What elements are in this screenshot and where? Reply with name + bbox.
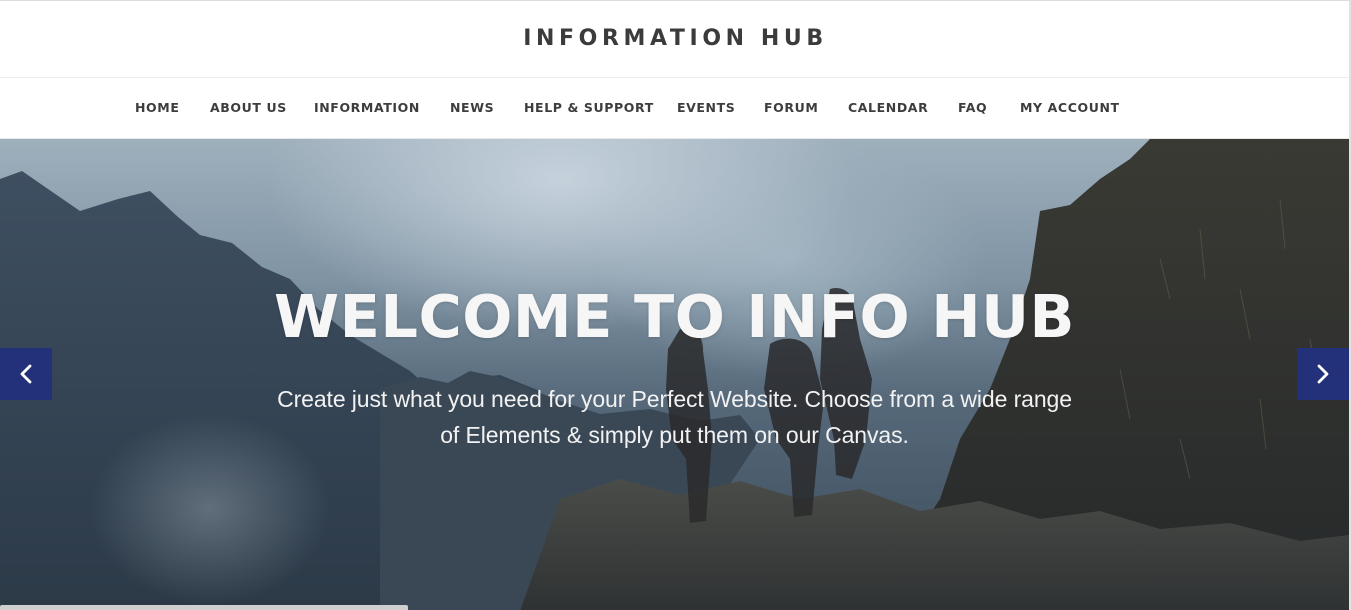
site-header: INFORMATION HUB	[0, 1, 1349, 78]
nav-item-news[interactable]: NEWS	[450, 101, 494, 115]
nav-item-events[interactable]: EVENTS	[677, 101, 735, 115]
slider-next-button[interactable]	[1297, 348, 1349, 400]
hero-background-image	[0, 139, 1349, 610]
nav-menu: HOME ABOUT US INFORMATION NEWS HELP & SU…	[0, 78, 1349, 138]
hero-description-line-1: Create just what you need for your Perfe…	[277, 386, 1072, 412]
nav-item-about-us[interactable]: ABOUT US	[210, 101, 287, 115]
nav-item-home[interactable]: HOME	[135, 101, 179, 115]
hero-heading: WELCOME TO INFO HUB	[273, 282, 1076, 351]
hero-slider: WELCOME TO INFO HUB Create just what you…	[0, 139, 1349, 610]
chevron-left-icon	[20, 364, 32, 384]
page: INFORMATION HUB HOME ABOUT US INFORMATIO…	[0, 0, 1351, 610]
chevron-right-icon	[1317, 364, 1329, 384]
site-title[interactable]: INFORMATION HUB	[523, 26, 828, 51]
slider-prev-button[interactable]	[0, 348, 52, 400]
hero-description: Create just what you need for your Perfe…	[262, 381, 1087, 453]
nav-item-help-support[interactable]: HELP & SUPPORT	[524, 101, 654, 115]
nav-item-information[interactable]: INFORMATION	[314, 101, 420, 115]
nav-item-faq[interactable]: FAQ	[958, 101, 987, 115]
horizontal-scrollbar[interactable]	[0, 605, 408, 610]
nav-item-calendar[interactable]: CALENDAR	[848, 101, 928, 115]
hero-description-line-2: of Elements & simply put them on our Can…	[440, 422, 909, 448]
nav-item-forum[interactable]: FORUM	[764, 101, 818, 115]
main-navigation: HOME ABOUT US INFORMATION NEWS HELP & SU…	[0, 78, 1349, 139]
nav-item-my-account[interactable]: MY ACCOUNT	[1020, 101, 1120, 115]
